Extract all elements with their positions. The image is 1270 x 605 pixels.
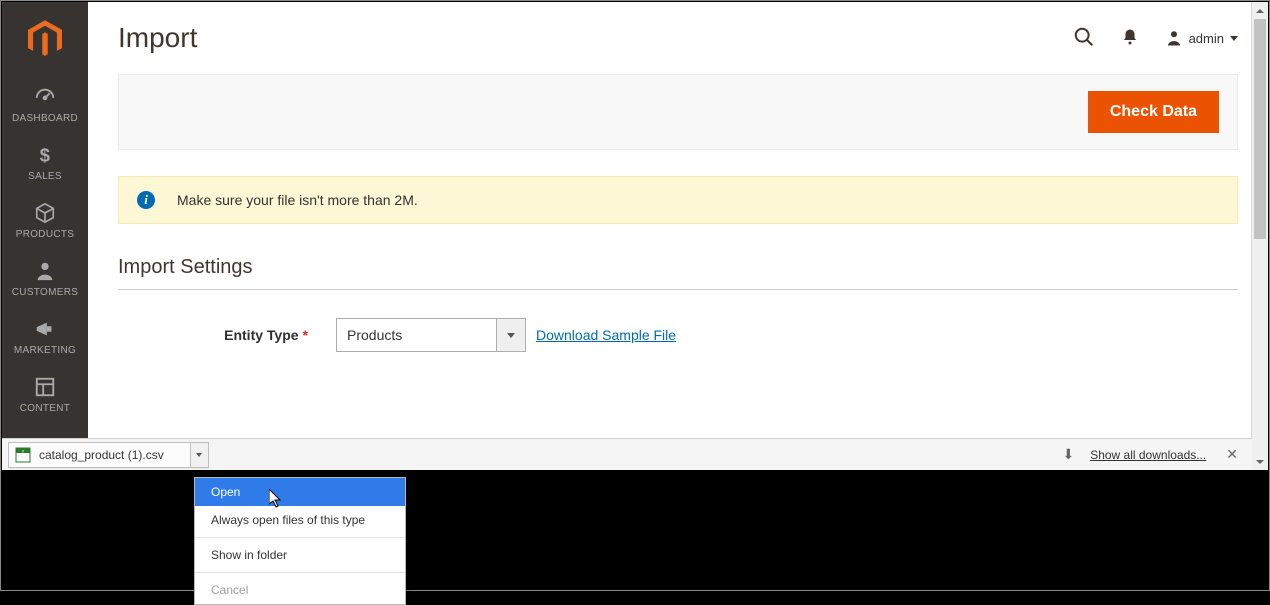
- entity-type-select[interactable]: Products: [336, 318, 526, 352]
- sidebar-item-sales[interactable]: $ SALES: [2, 134, 88, 192]
- main-content: Import: [88, 2, 1268, 438]
- select-dropdown-button[interactable]: [496, 318, 526, 352]
- admin-sidebar: DASHBOARD $ SALES PRODUCTS: [2, 2, 88, 438]
- sidebar-item-marketing[interactable]: MARKETING: [2, 308, 88, 366]
- bell-icon[interactable]: [1121, 28, 1139, 49]
- alert-message: Make sure your file isn't more than 2M.: [177, 192, 418, 208]
- ctx-open[interactable]: Open: [195, 478, 405, 506]
- sidebar-item-customers[interactable]: CUSTOMERS: [2, 250, 88, 308]
- downloads-bar: X catalog_product (1).csv ⬇ Show all dow…: [2, 438, 1252, 470]
- vertical-scrollbar[interactable]: [1251, 2, 1268, 470]
- dollar-icon: $: [4, 144, 86, 166]
- entity-type-row: Entity Type* Products Download Sample Fi…: [118, 318, 1238, 352]
- sidebar-label: CONTENT: [20, 403, 70, 414]
- search-icon[interactable]: [1073, 26, 1095, 51]
- ctx-cancel[interactable]: Cancel: [195, 576, 405, 604]
- viewport: DASHBOARD $ SALES PRODUCTS: [0, 0, 1270, 591]
- svg-text:X: X: [22, 448, 25, 453]
- user-menu[interactable]: admin: [1165, 29, 1238, 47]
- sidebar-label: PRODUCTS: [16, 229, 75, 240]
- user-name: admin: [1189, 31, 1224, 46]
- download-sample-link[interactable]: Download Sample File: [536, 327, 676, 343]
- ctx-separator: [195, 537, 405, 538]
- layout-icon: [4, 376, 86, 398]
- download-context-menu: Open Always open files of this type Show…: [194, 477, 406, 605]
- caret-down-icon: [1230, 36, 1238, 41]
- scroll-thumb[interactable]: [1254, 19, 1266, 239]
- scroll-down-button[interactable]: [1252, 453, 1268, 470]
- page-title: Import: [118, 22, 197, 54]
- check-data-button[interactable]: Check Data: [1088, 91, 1219, 133]
- info-icon: i: [137, 191, 155, 209]
- user-icon: [1165, 29, 1183, 47]
- chevron-down-icon: [196, 453, 202, 457]
- ctx-show-in-folder[interactable]: Show in folder: [195, 541, 405, 569]
- app-window: DASHBOARD $ SALES PRODUCTS: [2, 2, 1268, 438]
- entity-type-value: Products: [336, 318, 496, 352]
- entity-type-label: Entity Type*: [118, 327, 336, 343]
- svg-text:$: $: [40, 144, 50, 165]
- download-chip[interactable]: X catalog_product (1).csv: [8, 442, 209, 468]
- download-arrow-icon: ⬇: [1062, 446, 1074, 463]
- ctx-always-open[interactable]: Always open files of this type: [195, 506, 405, 534]
- sidebar-label: MARKETING: [14, 345, 76, 356]
- downloads-bar-close-button[interactable]: ✕: [1222, 442, 1242, 467]
- ctx-separator: [195, 572, 405, 573]
- sidebar-label: DASHBOARD: [12, 113, 78, 124]
- sidebar-item-products[interactable]: PRODUCTS: [2, 192, 88, 250]
- gauge-icon: [4, 86, 86, 108]
- sidebar-item-dashboard[interactable]: DASHBOARD: [2, 76, 88, 134]
- csv-file-icon: X: [15, 447, 31, 463]
- person-icon: [4, 260, 86, 282]
- chevron-down-icon: [507, 333, 515, 338]
- section-import-settings: Import Settings: [118, 256, 1238, 290]
- show-all-downloads-link[interactable]: Show all downloads...: [1090, 448, 1206, 462]
- sidebar-label: SALES: [28, 171, 62, 182]
- info-alert: i Make sure your file isn't more than 2M…: [118, 176, 1238, 224]
- action-bar: Check Data: [118, 74, 1238, 150]
- header-tools: admin: [1073, 26, 1238, 51]
- top-bar: Import: [118, 2, 1238, 74]
- sidebar-label: CUSTOMERS: [12, 287, 78, 298]
- download-filename: catalog_product (1).csv: [39, 448, 164, 462]
- sidebar-item-content[interactable]: CONTENT: [2, 366, 88, 424]
- box-icon: [4, 202, 86, 224]
- scroll-up-button[interactable]: [1252, 2, 1268, 19]
- download-chip-menu-button[interactable]: [190, 443, 208, 467]
- magento-logo[interactable]: [2, 2, 88, 76]
- megaphone-icon: [4, 318, 86, 340]
